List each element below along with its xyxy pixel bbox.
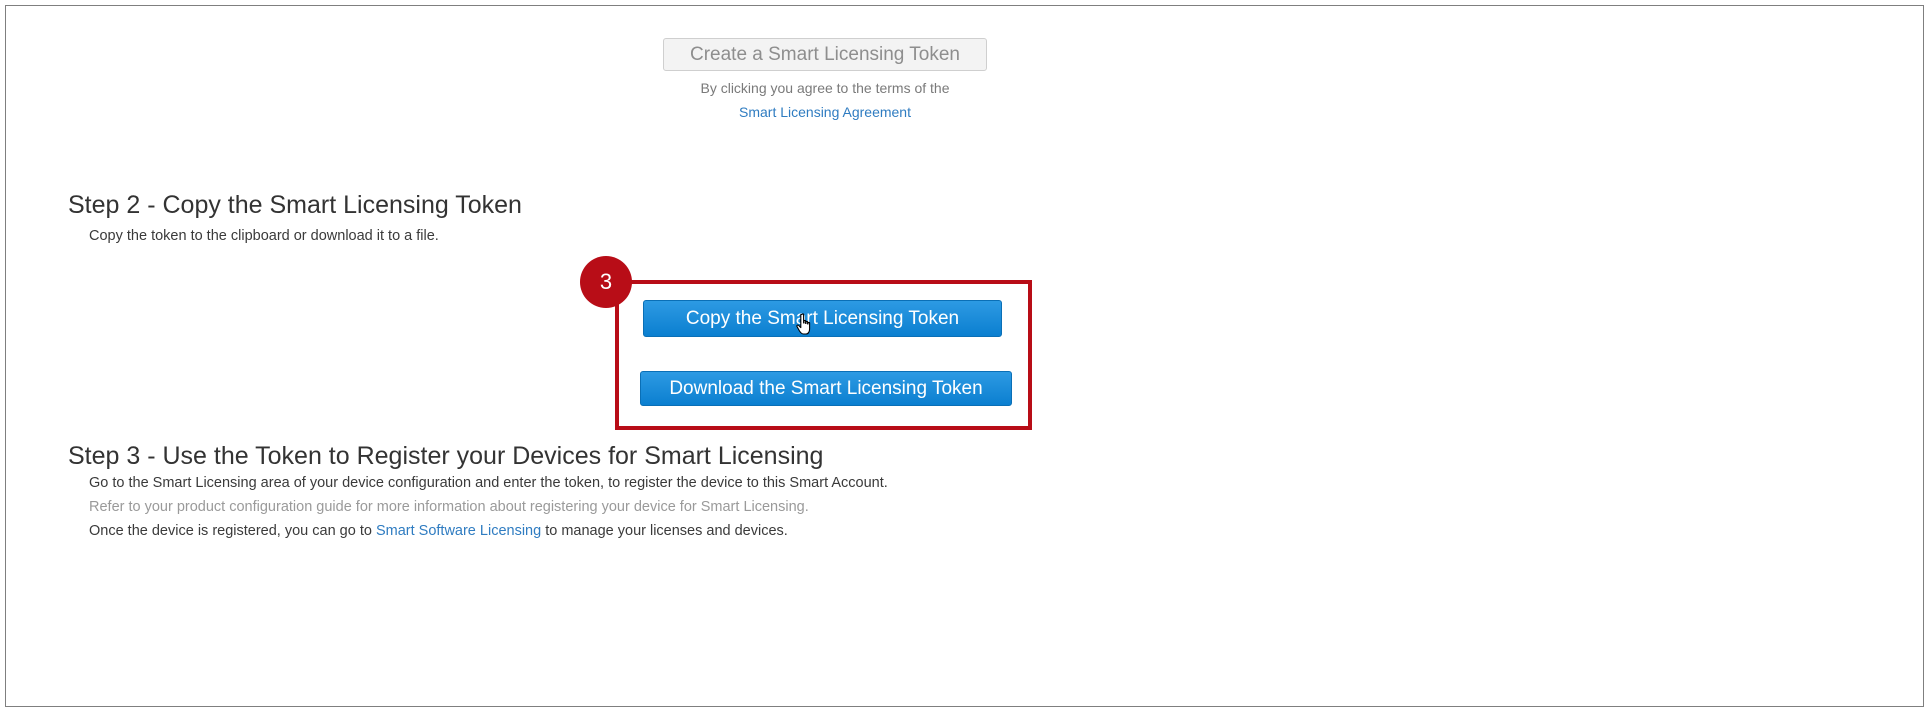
step3-instruction-line: Go to the Smart Licensing area of your d…	[89, 475, 888, 491]
step3-heading: Step 3 - Use the Token to Register your …	[68, 442, 824, 470]
step2-heading: Step 2 - Copy the Smart Licensing Token	[68, 191, 522, 219]
step3-manage-prefix: Once the device is registered, you can g…	[89, 523, 376, 539]
step3-manage-line: Once the device is registered, you can g…	[89, 523, 788, 539]
download-token-button[interactable]: Download the Smart Licensing Token	[640, 371, 1012, 406]
create-token-button[interactable]: Create a Smart Licensing Token	[663, 38, 987, 71]
agree-text: By clicking you agree to the terms of th…	[700, 80, 950, 96]
step2-description: Copy the token to the clipboard or downl…	[89, 228, 439, 244]
step-number-badge: 3	[580, 256, 632, 308]
step3-manage-suffix: to manage your licenses and devices.	[541, 523, 788, 539]
smart-software-licensing-link[interactable]: Smart Software Licensing	[376, 523, 541, 539]
smart-licensing-agreement-link[interactable]: Smart Licensing Agreement	[663, 104, 987, 120]
copy-token-button[interactable]: Copy the Smart Licensing Token	[643, 300, 1002, 337]
step3-reference-line: Refer to your product configuration guid…	[89, 499, 809, 515]
